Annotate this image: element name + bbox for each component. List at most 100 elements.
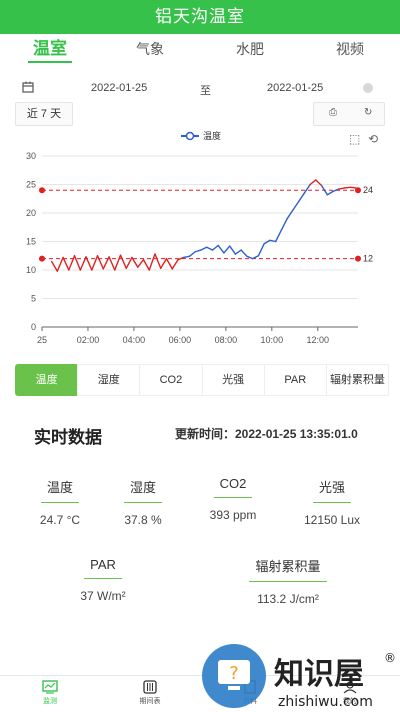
x-tick-label: 04:00: [123, 335, 146, 345]
series-segment: [188, 251, 196, 258]
series-segment: [62, 256, 70, 271]
metric-label: 光强: [312, 477, 351, 503]
metric-label: PAR: [84, 557, 122, 579]
svg-text:?: ?: [229, 663, 239, 684]
tab-fertigation[interactable]: 水肥: [200, 34, 300, 64]
x-tick-label: 02:00: [77, 335, 100, 345]
threshold-marker: [39, 187, 45, 194]
nav-monitor[interactable]: 监测: [0, 676, 100, 712]
monitor-icon: [42, 680, 58, 694]
threshold-marker: [39, 255, 45, 262]
tab-weather[interactable]: 气象: [100, 34, 200, 64]
y-tick-label: 25: [26, 180, 36, 190]
series-segment: [200, 246, 208, 251]
metric-label: 温度: [40, 477, 79, 503]
series-segment: [303, 183, 311, 194]
series-segment: [257, 243, 265, 257]
realtime-title: 实时数据: [34, 428, 102, 447]
metric-value: 393 ppm: [209, 508, 257, 522]
series-segment: [292, 200, 300, 211]
series-segment: [234, 249, 242, 255]
export-icon[interactable]: ⎙: [329, 107, 337, 118]
temperature-chart: 温度 0 5 10 15 20 25 30 25 02:00 04:00 06:00 08:00 10:…: [26, 130, 373, 345]
y-tick-label: 15: [26, 237, 36, 247]
series-segment: [286, 209, 294, 220]
threshold-marker: [355, 255, 361, 262]
metric-label: 辐射累积量: [249, 556, 327, 582]
watermark-logo: ? 知识屋 zhishiwu.com ®: [202, 644, 396, 710]
chart-action-buttons: ⎙ ↻: [313, 102, 385, 126]
last-7-days-button[interactable]: 近 7 天: [15, 102, 73, 126]
series-segment: [309, 179, 317, 186]
series-segment: [137, 259, 145, 268]
param-par[interactable]: PAR: [263, 364, 327, 396]
series-segment: [56, 256, 64, 272]
series-segment: [119, 254, 127, 269]
param-radiation[interactable]: 辐射累积量: [325, 364, 390, 396]
series-segment: [343, 186, 352, 189]
nav-label: 监测: [43, 698, 57, 705]
refresh-icon[interactable]: ↻: [364, 107, 372, 118]
x-tick-label: 25: [37, 335, 47, 345]
series-segment: [194, 249, 202, 253]
watermark-text: 知识屋: [274, 657, 364, 692]
chart-legend[interactable]: 温度: [181, 130, 221, 141]
series-segment: [73, 255, 82, 271]
series-segment: [183, 255, 191, 259]
series-segment: [274, 229, 283, 243]
y-tick-label: 20: [26, 208, 36, 218]
metric-par: PAR 37 W/m²: [68, 556, 138, 603]
start-date[interactable]: 2022-01-25: [91, 82, 147, 94]
end-date[interactable]: 2022-01-25: [267, 82, 323, 94]
series-segment: [240, 249, 248, 258]
series-segment: [349, 186, 357, 189]
metric-value: 24.7 °C: [39, 513, 81, 527]
series-segment: [79, 256, 87, 271]
series-segment: [96, 255, 104, 270]
series-segment: [171, 259, 179, 270]
metric-humidity: 湿度 37.8 %: [113, 477, 173, 527]
series-segment: [91, 255, 99, 271]
metric-label: 湿度: [123, 477, 162, 503]
watermark-sub: zhishiwu.com: [278, 694, 373, 710]
metric-light: 光强 12150 Lux: [296, 477, 368, 527]
series-segment: [206, 246, 214, 251]
legend-label: 温度: [203, 130, 221, 141]
series-segment: [223, 245, 231, 254]
series-segment: [154, 253, 162, 269]
x-tick-label: 12:00: [307, 335, 330, 345]
param-light[interactable]: 光强: [201, 364, 265, 396]
metric-radiation: 辐射累积量 113.2 J/cm²: [245, 556, 331, 606]
threshold-label: 12: [363, 254, 373, 264]
date-range-picker[interactable]: 2022-01-25 至 2022-01-25: [0, 74, 400, 102]
param-co2[interactable]: CO2: [139, 364, 203, 396]
x-tick-label: 06:00: [169, 335, 192, 345]
y-tick-label: 0: [31, 322, 36, 332]
clear-icon[interactable]: [363, 83, 373, 93]
y-tick-label: 10: [26, 265, 36, 275]
y-tick-label: 30: [26, 151, 36, 161]
series-segment: [263, 239, 271, 245]
tab-video[interactable]: 视频: [300, 34, 400, 64]
series-segment: [211, 244, 219, 251]
series-segment: [142, 259, 150, 271]
series-segment: [297, 192, 306, 203]
svg-text:®: ®: [384, 651, 396, 665]
schedule-icon: [143, 680, 157, 694]
series-segment: [160, 257, 168, 269]
metric-temperature: 温度 24.7 °C: [30, 477, 90, 527]
parameter-selector: 温度 湿度 CO2 光强 PAR 辐射累积量: [15, 364, 390, 396]
series-segment: [326, 190, 334, 196]
date-separator: 至: [200, 85, 211, 97]
series-segment: [114, 254, 122, 271]
series-segment: [85, 256, 93, 271]
metric-value: 113.2 J/cm²: [257, 592, 319, 606]
nav-schedule[interactable]: 期间表: [100, 676, 200, 712]
update-time: 更新时间：2022-01-25 13:35:01.0: [175, 427, 358, 441]
calendar-icon: [22, 81, 34, 93]
param-humidity[interactable]: 湿度: [77, 364, 141, 396]
metric-label: CO2: [213, 476, 253, 498]
tab-greenhouse[interactable]: 温室: [0, 34, 100, 64]
nav-label: 期间表: [139, 698, 161, 705]
param-temperature[interactable]: 温度: [15, 364, 79, 396]
